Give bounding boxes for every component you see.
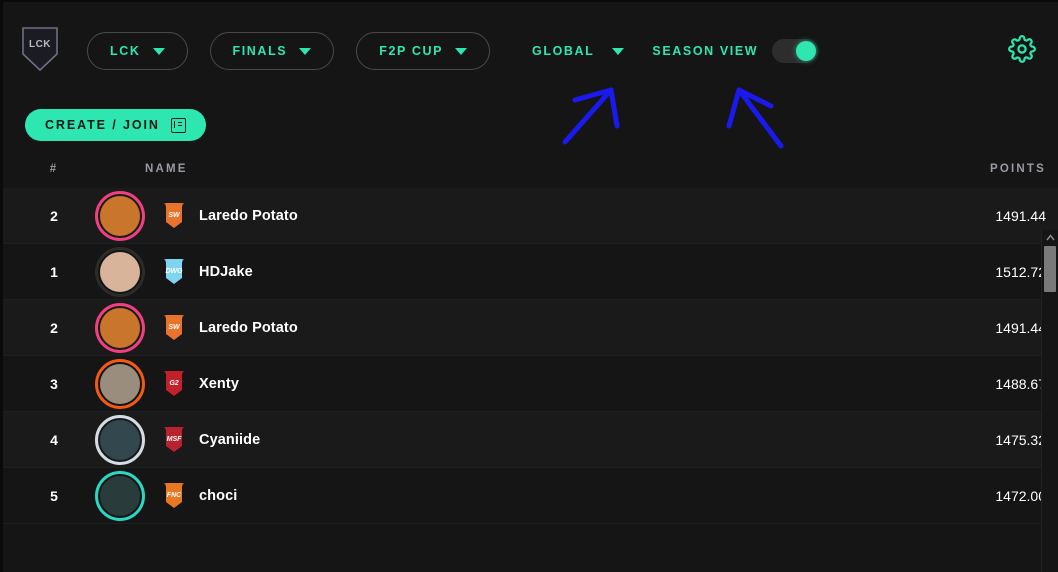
player-name: Laredo Potato [199, 207, 298, 224]
settings-button[interactable] [1008, 34, 1036, 68]
leaderboard-rows: 2 SW Laredo Potato 1491.44 1 DWG HDJake … [3, 188, 1058, 524]
avatar-ring [95, 358, 145, 409]
filter-league[interactable]: LCK [87, 32, 188, 70]
leaderboard-scrollbar[interactable] [1041, 230, 1058, 572]
column-header-rank: # [49, 163, 59, 175]
lck-logo[interactable]: LCK [21, 26, 59, 72]
filter-stage[interactable]: FINALS [209, 32, 335, 70]
avatar-ring [95, 470, 145, 521]
avatar [95, 302, 145, 353]
avatar [95, 470, 145, 521]
row-name-cell: MSF Cyaniide [83, 414, 928, 465]
avatar [95, 190, 145, 241]
scope-dropdown[interactable]: GLOBAL [532, 44, 625, 58]
avatar-ring [95, 246, 145, 297]
column-header-points: POINTS [989, 163, 1046, 175]
list-table-icon [170, 117, 186, 133]
team-banner-icon: G2 [164, 370, 184, 396]
team-banner-icon: SW [164, 202, 184, 228]
avatar-ring [95, 414, 145, 465]
player-name: choci [199, 487, 238, 504]
team-badge: SW [163, 314, 185, 342]
row-rank: 1 [50, 263, 58, 280]
scope-dropdown-label: GLOBAL [532, 44, 595, 58]
row-rank: 3 [50, 375, 58, 392]
table-row[interactable]: 2 SW Laredo Potato 1491.44 [3, 300, 1058, 356]
team-badge: G2 [163, 370, 185, 398]
app-header: LCK LCK FINALS F2P CUP GLOBAL SEASON VIE… [3, 2, 1058, 100]
row-name-cell: SW Laredo Potato [83, 190, 928, 241]
filter-cup[interactable]: F2P CUP [356, 32, 491, 70]
svg-text:G2: G2 [169, 380, 178, 387]
chevron-down-icon [152, 47, 165, 55]
toggle-knob [796, 41, 817, 61]
team-banner-icon: DWG [164, 258, 184, 284]
scrollbar-thumb[interactable] [1044, 246, 1056, 292]
leaderboard-header-row: # NAME POINTS [3, 150, 1058, 188]
gear-icon [1008, 34, 1036, 63]
svg-text:MSF: MSF [167, 436, 183, 443]
scrollbar-track[interactable] [1042, 244, 1058, 572]
avatar-ring [95, 302, 145, 353]
row-points: 1472.00 [995, 487, 1046, 504]
lck-logo-label: LCK [28, 39, 52, 50]
row-points: 1491.44 [995, 207, 1046, 224]
svg-text:SW: SW [168, 212, 181, 219]
row-points: 1475.32 [995, 431, 1046, 448]
player-name: Xenty [199, 375, 239, 392]
player-name: Cyaniide [199, 431, 261, 448]
table-row[interactable]: 5 FNC choci 1472.00 [3, 468, 1058, 524]
row-points: 1488.67 [995, 375, 1046, 392]
avatar [95, 246, 145, 297]
create-join-button[interactable]: CREATE / JOIN [25, 109, 206, 141]
filter-stage-label: FINALS [232, 44, 288, 58]
row-rank: 5 [50, 487, 58, 504]
season-view-toggle[interactable] [772, 39, 819, 63]
table-row[interactable]: 2 SW Laredo Potato 1491.44 [3, 188, 1058, 244]
season-view-control: SEASON VIEW [652, 39, 819, 63]
chevron-up-icon [1045, 233, 1055, 240]
table-row[interactable]: 3 G2 Xenty 1488.67 [3, 356, 1058, 412]
chevron-down-icon [455, 47, 468, 55]
row-points: 1491.44 [995, 319, 1046, 336]
team-banner-icon: SW [164, 314, 184, 340]
player-name: HDJake [199, 263, 253, 280]
svg-text:FNC: FNC [167, 492, 182, 499]
player-name: Laredo Potato [199, 319, 298, 336]
scroll-up-button[interactable] [1042, 230, 1058, 244]
chevron-down-icon [612, 47, 625, 55]
season-view-label: SEASON VIEW [652, 44, 759, 58]
row-points: 1512.72 [995, 263, 1046, 280]
team-badge: SW [163, 202, 185, 230]
avatar-ring [95, 190, 145, 241]
filter-cup-label: F2P CUP [379, 44, 444, 58]
team-badge: DWG [163, 258, 185, 286]
team-badge: MSF [163, 426, 185, 454]
svg-text:DWG: DWG [165, 268, 183, 275]
avatar [95, 358, 145, 409]
leaderboard-app: LCK LCK FINALS F2P CUP GLOBAL SEASON VIE… [0, 0, 1058, 572]
row-name-cell: SW Laredo Potato [83, 302, 928, 353]
toolbar: CREATE / JOIN [3, 100, 1058, 150]
team-banner-icon: MSF [164, 426, 184, 452]
table-row[interactable]: 4 MSF Cyaniide 1475.32 [3, 412, 1058, 468]
team-banner-icon: FNC [164, 482, 184, 508]
table-row[interactable]: 1 DWG HDJake 1512.72 [3, 244, 1058, 300]
row-name-cell: FNC choci [83, 470, 928, 521]
team-badge: FNC [163, 482, 185, 510]
row-rank: 2 [50, 207, 58, 224]
svg-text:SW: SW [168, 324, 181, 331]
row-name-cell: G2 Xenty [83, 358, 928, 409]
column-header-name: NAME [145, 163, 188, 175]
create-join-label: CREATE / JOIN [45, 118, 160, 132]
filter-league-label: LCK [110, 44, 141, 58]
chevron-down-icon [299, 47, 312, 55]
row-rank: 2 [50, 319, 58, 336]
row-rank: 4 [50, 431, 58, 448]
avatar [95, 414, 145, 465]
row-name-cell: DWG HDJake [83, 246, 928, 297]
